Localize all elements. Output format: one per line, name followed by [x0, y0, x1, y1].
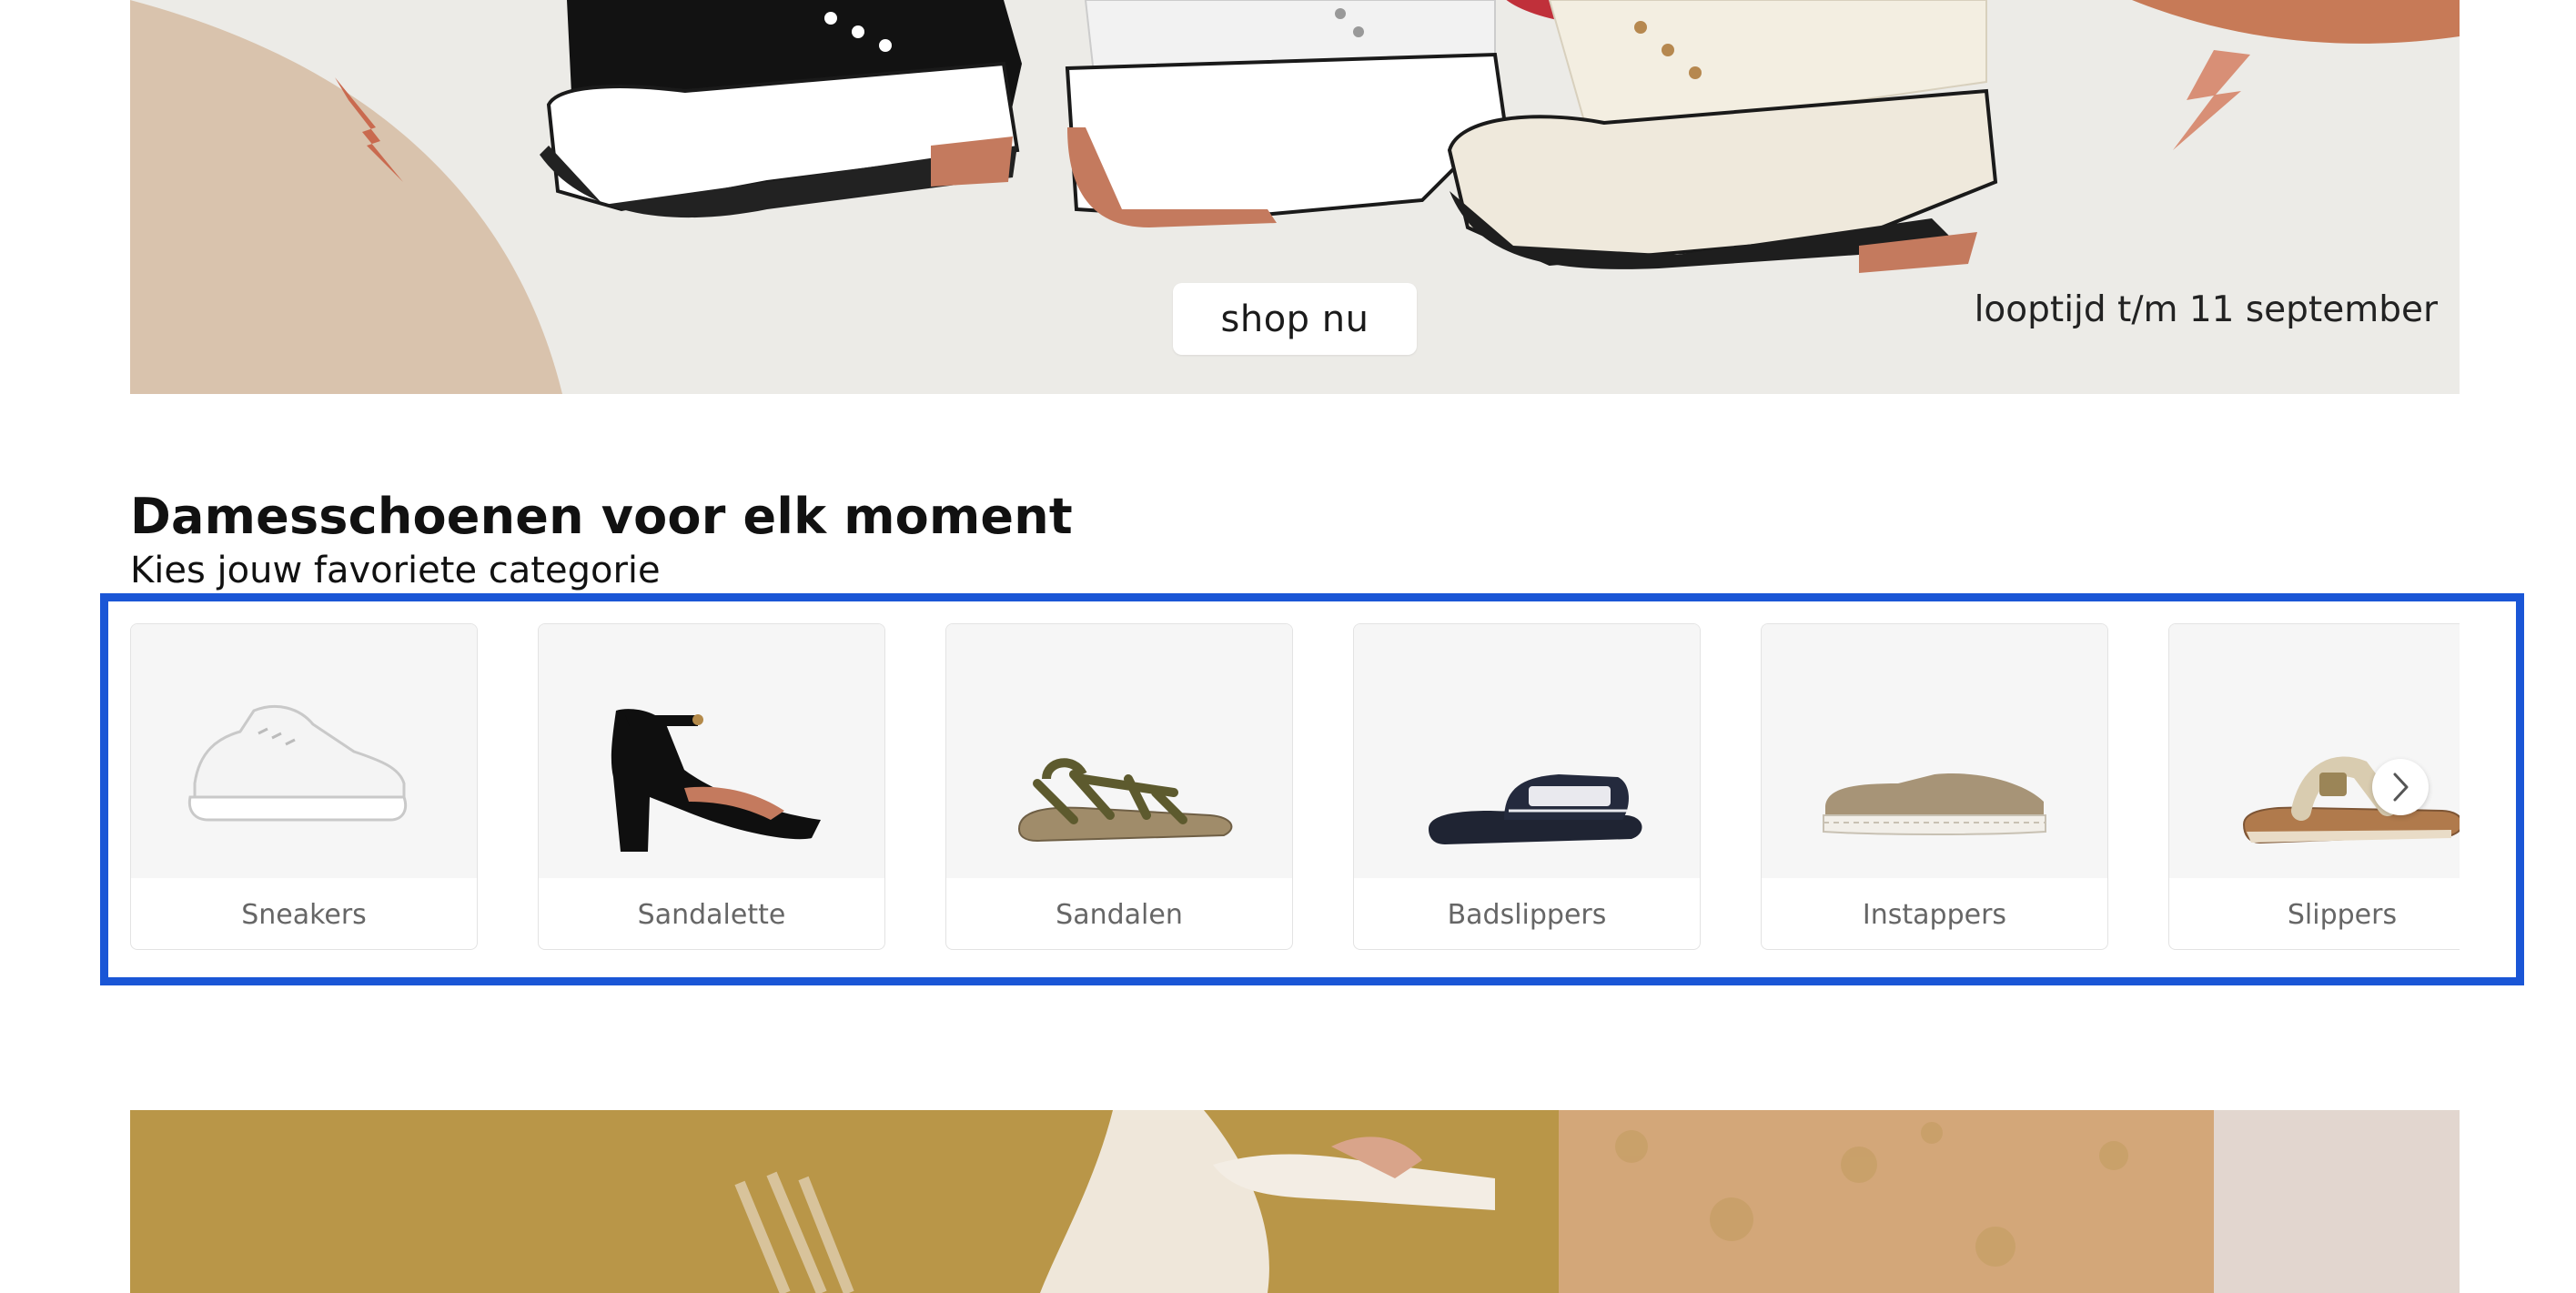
category-image — [1354, 624, 1700, 878]
category-image — [1762, 624, 2107, 878]
shop-now-button[interactable]: shop nu — [1173, 283, 1417, 355]
sneaker-image — [187, 704, 408, 822]
section-title: Damesschoenen voor elk moment — [130, 488, 1073, 545]
category-image — [131, 624, 477, 878]
block-heel-sandal-image — [611, 709, 821, 852]
cream-sneaker-shape — [1447, 0, 1998, 273]
category-label: Sandalen — [1056, 898, 1183, 931]
category-card-sneakers[interactable]: Sneakers — [130, 623, 478, 950]
category-label: Sandalette — [637, 898, 786, 931]
chevron-right-icon — [2393, 773, 2409, 802]
category-image — [539, 624, 884, 878]
category-card-instappers[interactable]: Instappers — [1761, 623, 2108, 950]
carousel-next-button[interactable] — [2372, 759, 2429, 815]
category-image — [946, 624, 1292, 878]
section-subtitle: Kies jouw favoriete categorie — [130, 550, 661, 591]
white-sneaker-shape — [1065, 0, 1507, 227]
secondary-banner-illustration — [130, 1110, 2460, 1293]
category-label: Badslippers — [1447, 898, 1607, 931]
category-card-badslippers[interactable]: Badslippers — [1353, 623, 1701, 950]
espadrille-image — [1823, 773, 2046, 835]
slide-image — [1429, 774, 1642, 844]
category-card-sandalette[interactable]: Sandalette — [538, 623, 885, 950]
hero-banner[interactable]: shop nu looptijd t/m 11 september — [130, 0, 2460, 394]
black-sneaker-shape — [540, 0, 1022, 218]
category-label: Instappers — [1862, 898, 2007, 931]
category-carousel[interactable]: Sneakers Sandalette Sandalen Badslippers… — [130, 622, 2460, 954]
secondary-banner[interactable] — [130, 1110, 2460, 1293]
category-label: Slippers — [2287, 898, 2398, 931]
category-image — [2169, 624, 2460, 878]
category-card-sandalen[interactable]: Sandalen — [945, 623, 1293, 950]
promo-runtime-text: looptijd t/m 11 september — [1974, 289, 2438, 330]
flip-flop-image — [2242, 756, 2460, 844]
category-label: Sneakers — [241, 898, 367, 931]
flat-sandal-image — [1017, 758, 1233, 843]
